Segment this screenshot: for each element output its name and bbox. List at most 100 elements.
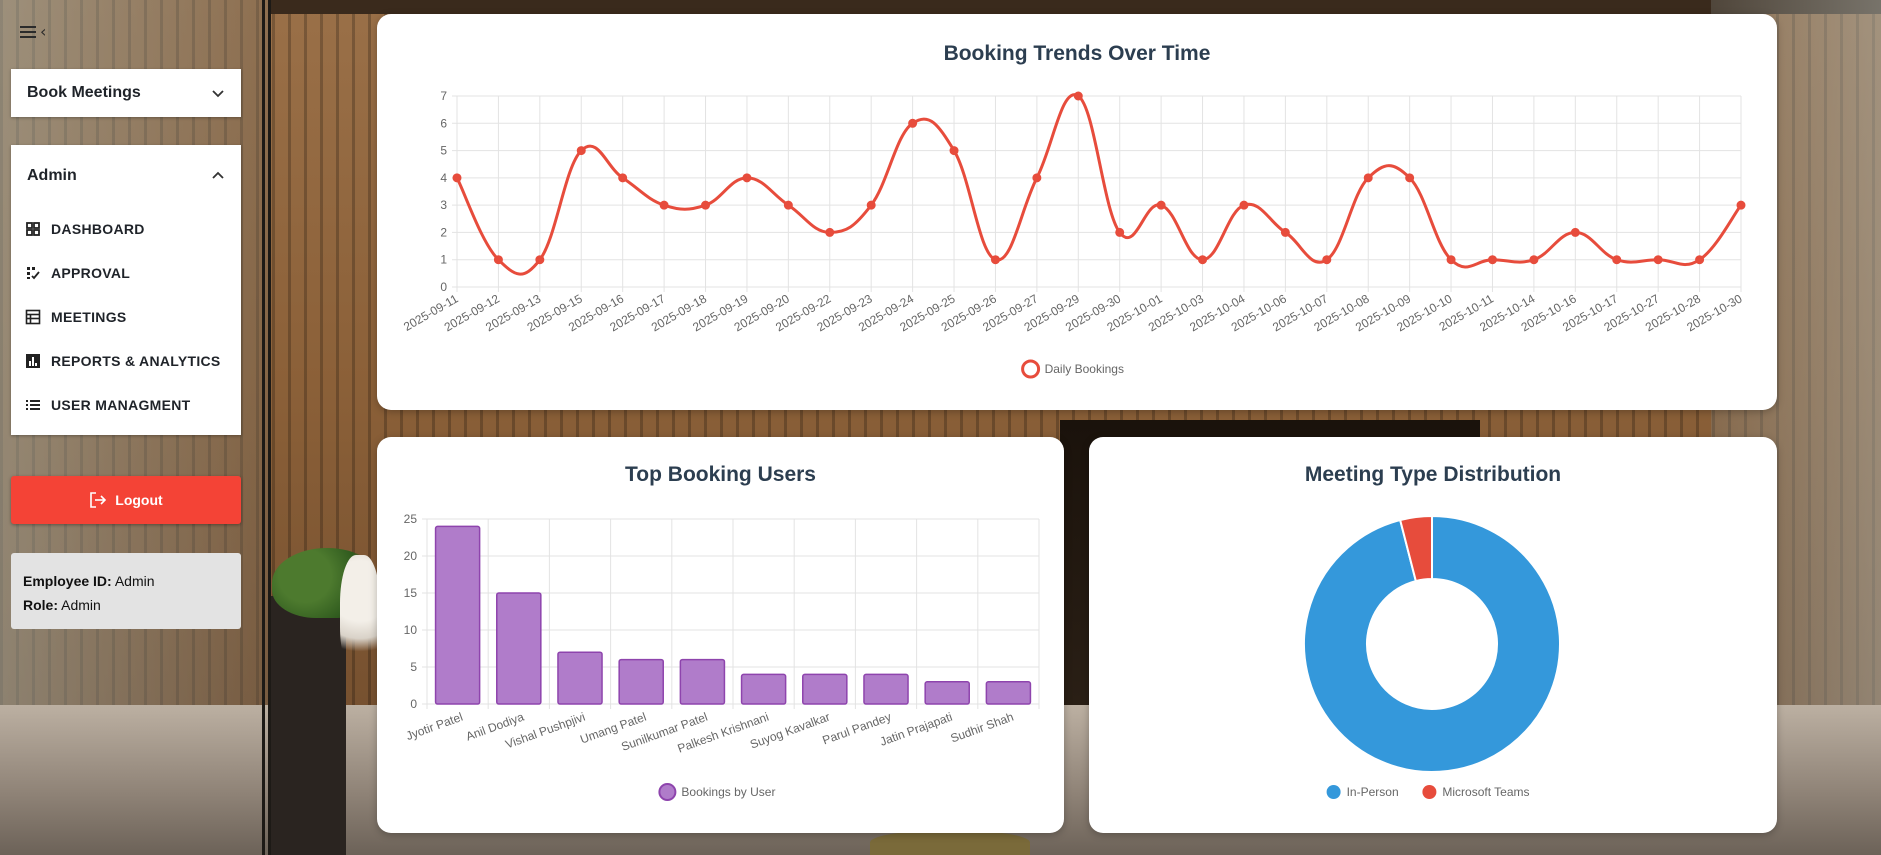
y-tick-label: 10	[404, 623, 418, 637]
x-tick-label: Jyotir Patel	[404, 710, 465, 743]
bar	[496, 592, 542, 705]
data-point	[1032, 173, 1042, 183]
bar	[924, 681, 970, 705]
data-point	[535, 255, 545, 265]
data-point	[1322, 255, 1332, 265]
y-tick-label: 15	[404, 586, 418, 600]
data-point	[1529, 255, 1539, 265]
bar	[802, 673, 848, 705]
legend: Daily Bookings	[1021, 359, 1124, 379]
y-tick-label: 3	[440, 198, 447, 212]
legend-label: Microsoft Teams	[1442, 785, 1529, 799]
data-point	[701, 200, 711, 210]
employee-info-card: Employee ID: Admin Role: Admin	[11, 553, 241, 629]
sidebar-item-label: APPROVAL	[51, 265, 131, 281]
legend-marker	[1326, 785, 1341, 799]
bar	[863, 673, 909, 705]
legend-label: In-Person	[1347, 785, 1399, 799]
y-tick-label: 2	[440, 225, 447, 239]
sidebar-item-user-management[interactable]: USER MANAGMENT	[11, 383, 241, 427]
admin-label: Admin	[27, 167, 77, 184]
sidebar: ‹ Book Meetings Admin DASHBOARD APPROVAL…	[0, 0, 250, 855]
data-point	[493, 255, 503, 265]
data-point	[1405, 173, 1415, 183]
y-tick-label: 25	[404, 512, 418, 526]
sidebar-item-label: USER MANAGMENT	[51, 397, 191, 413]
legend-marker	[658, 783, 677, 801]
bar	[740, 673, 787, 705]
sidebar-item-label: DASHBOARD	[51, 221, 145, 237]
sidebar-toggle-button[interactable]: ‹	[20, 22, 47, 41]
legend-marker	[1021, 359, 1041, 379]
bar	[557, 651, 603, 705]
chevron-left-icon: ‹	[40, 22, 47, 41]
logout-icon	[90, 492, 107, 508]
menu-icon	[20, 26, 36, 38]
role-label: Role:	[23, 597, 58, 613]
data-point	[576, 146, 586, 156]
data-point	[1363, 173, 1373, 183]
bar	[985, 681, 1032, 705]
data-point	[1612, 255, 1622, 265]
data-point	[659, 200, 669, 210]
bar	[679, 658, 726, 705]
top-booking-users-card: Top Booking Users 0 5 10 15 20 25 Jyotir Patel…	[377, 437, 1064, 833]
data-point	[866, 200, 876, 210]
legend-label: Daily Bookings	[1045, 362, 1124, 376]
x-tick-label: Sudhir Shah	[949, 710, 1016, 746]
data-point	[1239, 200, 1249, 210]
legend-label: Bookings by User	[681, 785, 775, 799]
admin-header[interactable]: Admin	[11, 145, 241, 207]
y-tick-label: 1	[440, 253, 447, 267]
data-point	[825, 227, 835, 237]
admin-accordion: Admin DASHBOARD APPROVAL MEETINGS REPORT…	[11, 145, 241, 435]
employee-id-label: Employee ID:	[23, 573, 112, 589]
y-tick-label: 5	[440, 144, 447, 158]
legend: Bookings by User	[658, 783, 775, 801]
sidebar-item-label: MEETINGS	[51, 309, 127, 325]
data-point	[1736, 200, 1746, 210]
approval-icon	[27, 267, 40, 280]
data-point	[452, 173, 462, 183]
book-meetings-header[interactable]: Book Meetings	[11, 69, 241, 117]
data-point	[1570, 227, 1580, 237]
book-meetings-label: Book Meetings	[27, 84, 141, 101]
book-meetings-accordion: Book Meetings	[11, 69, 241, 117]
series-line	[455, 93, 1743, 276]
y-tick-label: 5	[410, 660, 417, 674]
chevron-down-icon	[212, 90, 224, 98]
data-point	[618, 173, 628, 183]
data-point	[1156, 200, 1166, 210]
y-tick-label: 7	[440, 89, 447, 103]
grid-icon	[26, 222, 40, 236]
y-tick-label: 0	[410, 697, 417, 711]
booking-trends-chart: 012345672025-09-112025-09-122025-09-1320…	[401, 89, 1746, 379]
employee-id-value: Admin	[114, 573, 155, 589]
data-point	[783, 200, 793, 210]
bar	[434, 525, 481, 705]
sidebar-item-label: REPORTS & ANALYTICS	[51, 353, 221, 369]
bar	[618, 658, 664, 705]
analytics-icon	[26, 354, 40, 368]
role-value: Admin	[61, 597, 101, 613]
data-point	[949, 146, 959, 156]
data-point	[1115, 227, 1125, 237]
data-point	[1487, 255, 1497, 265]
meeting-type-card: Meeting Type Distribution In-Person Micro…	[1089, 437, 1777, 833]
sidebar-item-dashboard[interactable]: DASHBOARD	[11, 207, 241, 251]
chevron-up-icon	[212, 171, 224, 179]
booking-trends-card: Booking Trends Over Time 0 1 2 3 4 5 6 7 2025-09…	[377, 14, 1777, 410]
data-point	[1280, 227, 1290, 237]
meeting-type-chart: In-Person Microsoft Teams	[1303, 514, 1561, 799]
sidebar-item-approval[interactable]: APPROVAL	[11, 251, 241, 295]
y-tick-label: 4	[440, 171, 447, 185]
sidebar-item-reports-analytics[interactable]: REPORTS & ANALYTICS	[11, 339, 241, 383]
data-point	[1695, 255, 1705, 265]
logout-label: Logout	[115, 492, 163, 508]
data-point	[1198, 255, 1208, 265]
y-tick-label: 6	[440, 116, 447, 130]
data-point	[1073, 91, 1083, 101]
logout-button[interactable]: Logout	[11, 476, 241, 524]
sidebar-item-meetings[interactable]: MEETINGS	[11, 295, 241, 339]
data-point	[1653, 255, 1663, 265]
